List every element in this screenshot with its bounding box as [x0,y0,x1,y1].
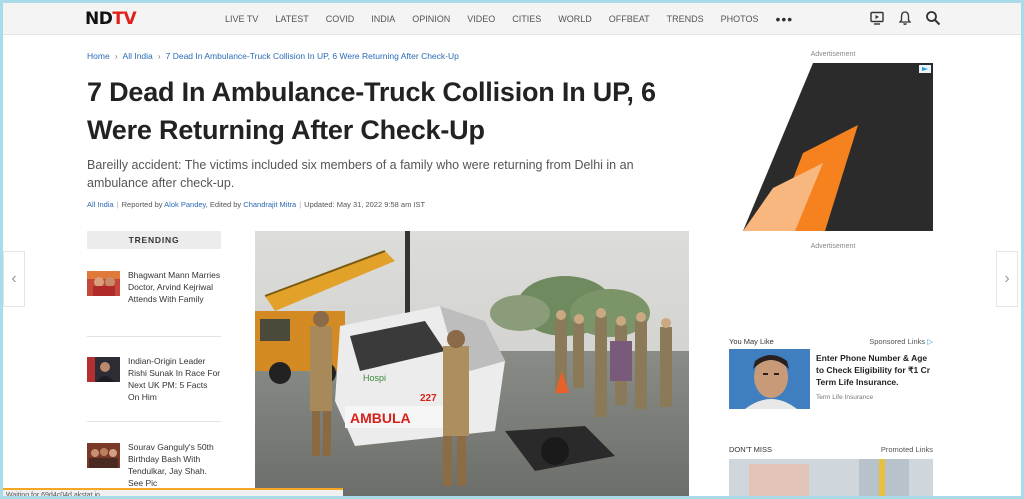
nav-item-cities[interactable]: CITIES [512,14,541,24]
trending-item-text: Sourav Ganguly's 50th Birthday Bash With… [128,442,214,488]
tv-icon[interactable] [869,10,885,26]
search-icon[interactable] [925,10,941,26]
advertisement-label-top: Advertisement [810,51,856,58]
ambulance-number: 227 [420,393,437,404]
nav-item-latest[interactable]: LATEST [275,14,308,24]
nav-item-trends[interactable]: TRENDS [667,14,704,24]
nav-item-covid[interactable]: COVID [326,14,355,24]
nav-item-opinion[interactable]: OPINION [412,14,450,24]
ad-graphic [733,63,933,231]
ndtv-logo[interactable]: NDTV [85,9,137,29]
trending-thumbnail [87,443,120,468]
chevron-right-icon: › [1004,270,1010,287]
nav-item-offbeat[interactable]: OFFBEAT [609,14,650,24]
nav-item-india[interactable]: INDIA [371,14,395,24]
top-navigation: NDTV LIVE TV LATEST COVID INDIA OPINION … [3,3,1021,35]
ambulance-label: AMBULA [350,410,411,426]
advertisement-banner[interactable] [733,63,933,231]
trending-item-text: Bhagwant Mann Marries Doctor, Arvind Kej… [128,270,221,304]
adchoices-icon: ▷ [927,337,933,346]
trending-item-text: Indian-Origin Leader Rishi Sunak In Race… [128,356,221,402]
updated-timestamp: Updated: May 31, 2022 9:58 am IST [304,200,426,209]
divider [87,421,221,422]
logo-text-accent: TV [112,9,137,29]
nav-item-photos[interactable]: PHOTOS [721,14,759,24]
dont-miss-header: DON'T MISS Promoted Links [729,445,933,454]
you-may-like-label: You May Like [729,337,774,346]
trending-thumbnail [87,357,120,382]
chevron-right-icon: › [157,51,161,61]
promo-thumbnail[interactable] [729,349,810,409]
trending-panel: TRENDING Bhagwant Mann Marries Doctor, A… [87,231,221,488]
logo-text-primary: ND [85,9,113,29]
browser-status-bar: Waiting for 69d4c04d.akstat.io... [3,488,343,496]
next-article-arrow[interactable]: › [996,251,1018,307]
bell-icon[interactable] [897,10,913,26]
previous-article-arrow[interactable]: ‹ [3,251,25,307]
nav-item-video[interactable]: VIDEO [467,14,495,24]
editor-link[interactable]: Chandrajit Mitra [243,200,296,209]
reporter-link[interactable]: Alok Pandey [164,200,206,209]
trending-heading: TRENDING [87,231,221,249]
article-summary: Bareilly accident: The victims included … [87,158,634,190]
article-hero-image[interactable]: AMBULA 227 Hospi [255,231,689,496]
breadcrumb: Home › All India › 7 Dead In Ambulance-Truck… [87,51,459,61]
nav-item-world[interactable]: WORLD [558,14,592,24]
header-icons [869,10,941,26]
article-title: 7 Dead In Ambulance-Truck Collision In U… [87,77,656,145]
trending-item[interactable]: Bhagwant Mann Marries Doctor, Arvind Kej… [87,269,221,305]
byline-section-link[interactable]: All India [87,200,114,209]
accident-scene-photo: AMBULA 227 Hospi [255,231,689,496]
nav-item-live-tv[interactable]: LIVE TV [225,14,258,24]
advertisement-label-bottom: Advertisement [810,243,856,250]
sponsored-links-label[interactable]: Sponsored Links ▷ [869,337,933,346]
trending-item[interactable]: Sourav Ganguly's 50th Birthday Bash With… [87,441,221,489]
dont-miss-thumbnail[interactable] [729,459,933,496]
edited-by-label: Edited by [209,200,242,209]
chevron-left-icon: ‹ [11,270,17,287]
article-byline: All India | Reported by Alok Pandey, Edite… [87,200,426,209]
promo-title-link[interactable]: Enter Phone Number & Age to Check Eligib… [816,352,936,388]
you-may-like-header: You May Like Sponsored Links ▷ [729,337,933,346]
more-menu-button[interactable]: ••• [775,12,793,26]
promo-source: Term Life Insurance [816,394,874,401]
reported-by-label: Reported by [121,200,163,209]
breadcrumb-section[interactable]: All India [123,51,153,61]
ambulance-brand: Hospi [363,373,386,383]
nav-menu: LIVE TV LATEST COVID INDIA OPINION VIDEO… [225,3,793,35]
breadcrumb-current[interactable]: 7 Dead In Ambulance-Truck Collision In U… [166,51,459,61]
trending-thumbnail [87,271,120,296]
browser-viewport: NDTV LIVE TV LATEST COVID INDIA OPINION … [3,3,1021,496]
chevron-right-icon: › [114,51,118,61]
divider [87,336,221,337]
trending-item[interactable]: Indian-Origin Leader Rishi Sunak In Race… [87,355,221,403]
dont-miss-label: DON'T MISS [729,445,772,454]
breadcrumb-home[interactable]: Home [87,51,110,61]
promoted-links-label: Promoted Links [880,445,933,454]
